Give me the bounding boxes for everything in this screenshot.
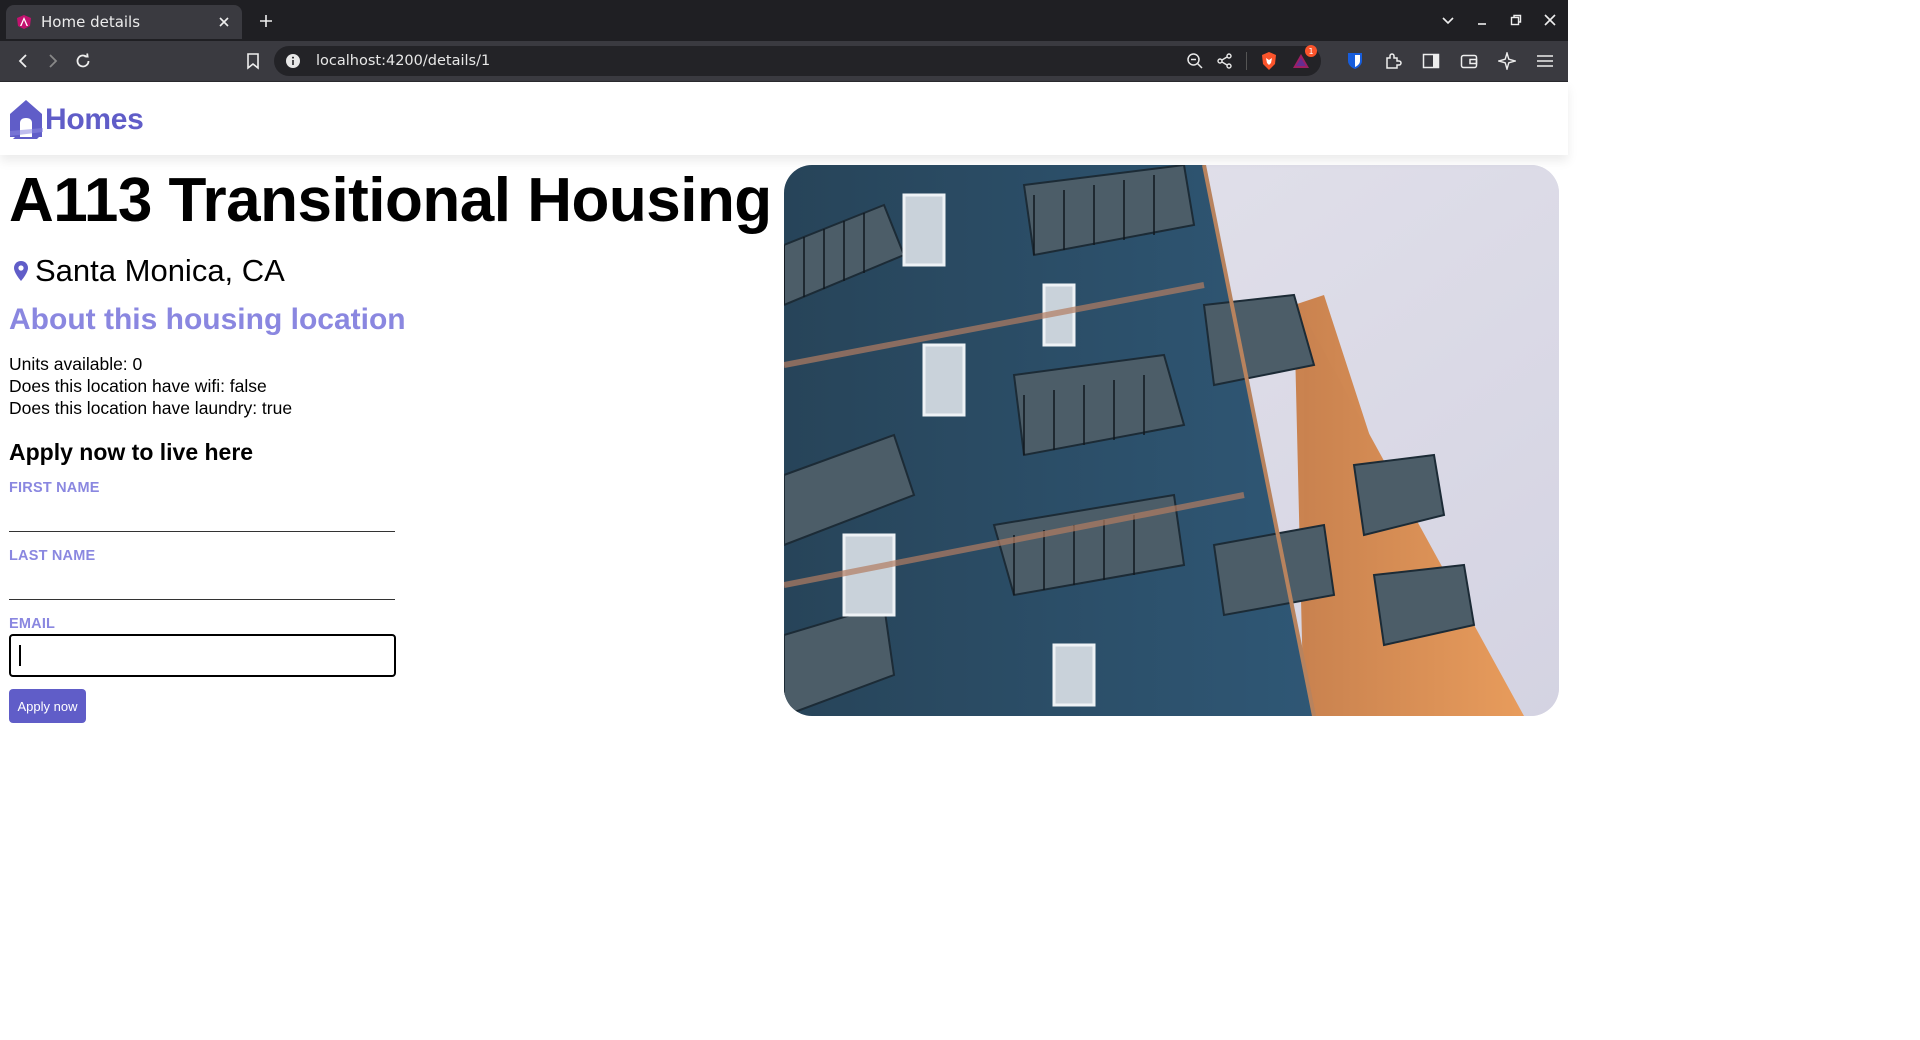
window-controls — [1436, 8, 1562, 32]
tab-title: Home details — [41, 13, 141, 31]
feature-wifi: Does this location have wifi: false — [9, 376, 267, 396]
rewards-badge: 1 — [1305, 45, 1317, 57]
listing-details: A113 Transitional Housing Santa Monica, … — [9, 155, 772, 723]
leo-ai-icon[interactable] — [1492, 46, 1522, 76]
brave-rewards-icon[interactable]: 1 — [1291, 45, 1317, 71]
new-tab-button[interactable] — [252, 7, 280, 35]
feature-units-available: Units available: 0 — [9, 354, 143, 374]
bookmark-icon[interactable] — [238, 46, 268, 76]
location-pin-icon — [9, 256, 33, 286]
last-name-input[interactable] — [9, 564, 395, 600]
minimize-icon[interactable] — [1470, 8, 1494, 32]
brand-name: Homes — [45, 102, 144, 136]
location-text: Santa Monica, CA — [35, 253, 285, 288]
tab-close-icon[interactable] — [216, 14, 232, 30]
text-cursor — [19, 645, 21, 666]
site-info-icon[interactable] — [284, 52, 302, 70]
divider — [1246, 52, 1247, 70]
application-form: FIRST NAME LAST NAME EMAIL Apply now — [9, 480, 396, 723]
extensions-area — [1340, 46, 1560, 76]
browser-tab-strip: Home details — [0, 0, 1568, 41]
listing-location: Santa Monica, CA — [9, 253, 769, 289]
brave-shields-icon[interactable] — [1259, 51, 1279, 71]
close-window-icon[interactable] — [1538, 8, 1562, 32]
about-heading: About this housing location — [9, 303, 406, 336]
email-field-wrapper — [9, 634, 396, 677]
restore-icon[interactable] — [1504, 8, 1528, 32]
listing-photo — [784, 165, 1559, 716]
browser-toolbar: localhost:4200/details/1 1 — [0, 41, 1568, 82]
listing-heading: A113 Transitional Housing — [9, 166, 772, 235]
brand-logo-link[interactable]: Homes — [9, 99, 144, 139]
last-name-label: LAST NAME — [9, 548, 96, 564]
house-logo-icon — [9, 99, 43, 139]
listing-features: Units available: 0 Does this location ha… — [9, 353, 769, 419]
browser-tab-active[interactable]: Home details — [6, 5, 242, 39]
bitwarden-icon[interactable] — [1340, 46, 1370, 76]
menu-hamburger-icon[interactable] — [1530, 46, 1560, 76]
reload-icon[interactable] — [68, 46, 98, 76]
zoom-out-icon[interactable] — [1186, 52, 1204, 70]
first-name-input[interactable] — [9, 496, 395, 532]
email-input[interactable] — [9, 634, 396, 677]
details-page: A113 Transitional Housing Santa Monica, … — [0, 155, 1568, 849]
share-icon[interactable] — [1216, 52, 1234, 70]
wallet-icon[interactable] — [1454, 46, 1484, 76]
email-label: EMAIL — [9, 616, 56, 632]
address-bar[interactable]: localhost:4200/details/1 1 — [274, 45, 1321, 76]
apartment-building-photo — [784, 165, 1559, 716]
angular-favicon-icon — [16, 14, 32, 30]
sidebar-toggle-icon[interactable] — [1416, 46, 1446, 76]
first-name-label: FIRST NAME — [9, 480, 100, 496]
tab-list-chevron-icon[interactable] — [1436, 8, 1460, 32]
apply-now-button[interactable]: Apply now — [9, 689, 86, 723]
app-header: Homes — [0, 82, 1568, 155]
forward-icon[interactable] — [38, 46, 68, 76]
extensions-puzzle-icon[interactable] — [1378, 46, 1408, 76]
apply-heading: Apply now to live here — [9, 439, 254, 465]
feature-laundry: Does this location have laundry: true — [9, 398, 293, 418]
url-text: localhost:4200/details/1 — [316, 53, 491, 69]
back-icon[interactable] — [8, 46, 38, 76]
